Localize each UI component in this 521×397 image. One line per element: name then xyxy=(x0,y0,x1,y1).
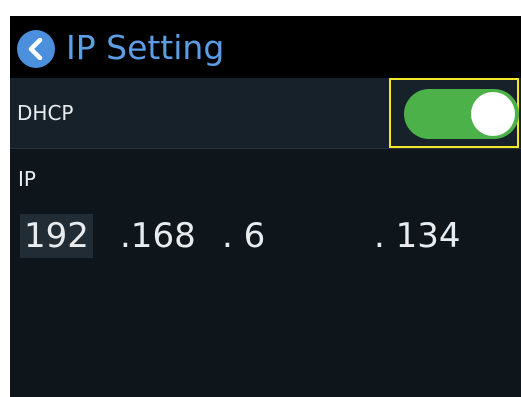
header-bar: IP Setting xyxy=(10,16,521,78)
dhcp-label: DHCP xyxy=(17,101,74,125)
ip-octet-3-field[interactable]: . 6 xyxy=(222,214,265,258)
ip-setting-screen: IP Setting DHCP IP 192 .168 . 6 . 134 xyxy=(10,16,521,397)
page-title: IP Setting xyxy=(66,28,225,67)
back-button[interactable] xyxy=(17,30,55,68)
ip-label: IP xyxy=(18,167,36,191)
toggle-knob xyxy=(471,92,515,136)
ip-octet-2-field[interactable]: .168 xyxy=(120,214,196,258)
ip-octet-4-field[interactable]: . 134 xyxy=(374,214,461,258)
dhcp-toggle[interactable] xyxy=(404,89,519,139)
ip-octet-1-field[interactable]: 192 xyxy=(20,214,93,258)
dhcp-row: DHCP xyxy=(10,78,521,149)
chevron-left-icon xyxy=(28,38,43,60)
